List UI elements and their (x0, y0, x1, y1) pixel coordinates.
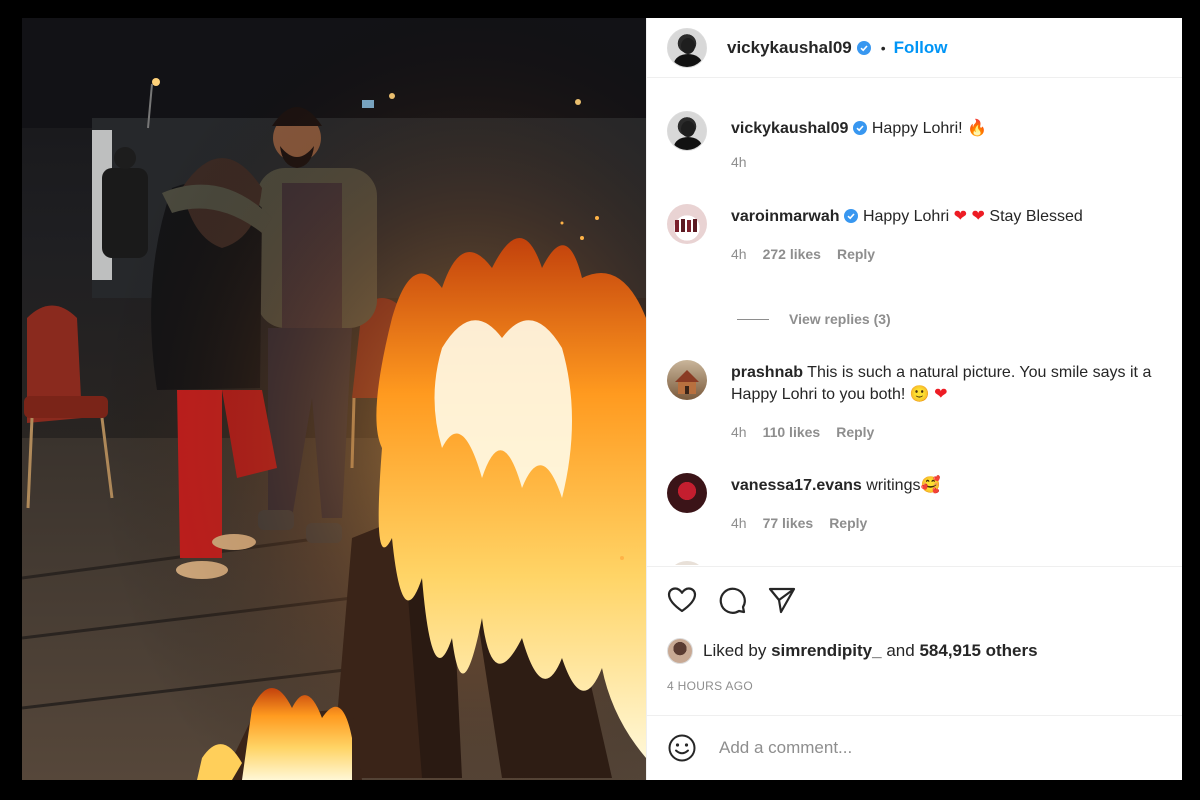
commenter-avatar[interactable] (667, 360, 707, 400)
replies-divider (737, 318, 769, 320)
comment-username[interactable]: vanessa17.evans (731, 477, 862, 494)
liker-avatar[interactable] (667, 638, 693, 664)
comment-item: vanessa17.evans writings🥰 4h 77 likes Re… (667, 473, 1182, 531)
likes-middle: and (886, 641, 915, 660)
commenter-avatar[interactable] (667, 473, 707, 513)
comment-username[interactable]: varoinmarwah (731, 208, 839, 225)
commenter-avatar[interactable] (667, 204, 707, 244)
caption-comment: vickykaushal09 Happy Lohri! 🔥 4h (667, 111, 1182, 170)
view-replies-label: View replies (3) (789, 311, 891, 327)
header-separator: • (880, 39, 886, 56)
comment-item: prashnab This is such a natural picture.… (667, 360, 1182, 440)
comment-text-line2: Happy Lohri to you both! 🙂 (731, 386, 930, 403)
comment-likes[interactable]: 272 likes (763, 246, 821, 262)
likes-count[interactable]: 584,915 others (919, 641, 1037, 661)
reply-button[interactable]: Reply (837, 246, 875, 262)
post-photo[interactable] (22, 18, 646, 780)
caption-time: 4h (731, 154, 747, 170)
likes-prefix: Liked by (703, 641, 767, 660)
comment-likes[interactable]: 77 likes (763, 515, 814, 531)
post-header: vickykaushal09 • Follow (647, 18, 1182, 78)
reply-button[interactable]: Reply (829, 515, 867, 531)
commenter-avatar[interactable] (667, 561, 707, 565)
comment-item: varoinmarwah Happy Lohri ❤ ❤ Stay Blesse… (667, 204, 1182, 262)
verified-badge-icon (853, 121, 868, 135)
bonfire-photo-illustration (22, 18, 646, 780)
comment-text: This is such a natural picture. You smil… (807, 364, 1152, 381)
caption-username[interactable]: vickykaushal09 (731, 120, 848, 137)
comments-list[interactable]: vickykaushal09 Happy Lohri! 🔥 4h varoinm… (647, 79, 1182, 565)
caption-avatar[interactable] (667, 111, 707, 151)
post-actions-bar (647, 566, 1182, 632)
reply-button[interactable]: Reply (836, 424, 874, 440)
add-comment-bar: Add a comment... (647, 715, 1182, 780)
comment-likes[interactable]: 110 likes (763, 424, 821, 440)
comment-bubble-icon[interactable] (717, 585, 747, 615)
comment-time: 4h (731, 424, 747, 440)
comment-text-after: Stay Blessed (989, 208, 1083, 225)
post-time-ago: 4 HOURS AGO (667, 679, 753, 693)
emoji-smiley-icon[interactable] (667, 733, 697, 763)
group-photo-icon (675, 219, 697, 232)
comment-item: zahrabokhariii 😍😍😍 (667, 561, 1182, 565)
instagram-post-window: vickykaushal09 • Follow vickykaushal09 H… (22, 18, 1182, 780)
verified-badge-icon (844, 209, 859, 223)
post-details-panel: vickykaushal09 • Follow vickykaushal09 H… (646, 18, 1182, 780)
comment-time: 4h (731, 246, 747, 262)
comment-text: writings🥰 (866, 477, 941, 494)
verified-badge-icon (856, 40, 871, 55)
add-comment-input[interactable]: Add a comment... (719, 738, 852, 758)
comment-text: Happy Lohri (862, 208, 950, 225)
comment-username[interactable]: prashnab (731, 364, 803, 381)
author-username[interactable]: vickykaushal09 (727, 38, 852, 58)
like-heart-icon[interactable] (667, 586, 697, 614)
comment-time: 4h (731, 515, 747, 531)
view-replies-button[interactable]: View replies (3) (737, 311, 891, 327)
liker-username[interactable]: simrendipity_ (771, 641, 882, 661)
heart-emoji: ❤ ❤ (953, 208, 985, 225)
house-photo-icon (675, 370, 699, 394)
follow-button[interactable]: Follow (894, 38, 948, 58)
likes-summary: Liked by simrendipity_ and 584,915 other… (667, 638, 1038, 664)
caption-text: Happy Lohri! 🔥 (871, 120, 987, 137)
share-paper-plane-icon[interactable] (767, 585, 797, 615)
heart-emoji: ❤ (934, 386, 948, 403)
author-avatar[interactable] (667, 27, 707, 68)
